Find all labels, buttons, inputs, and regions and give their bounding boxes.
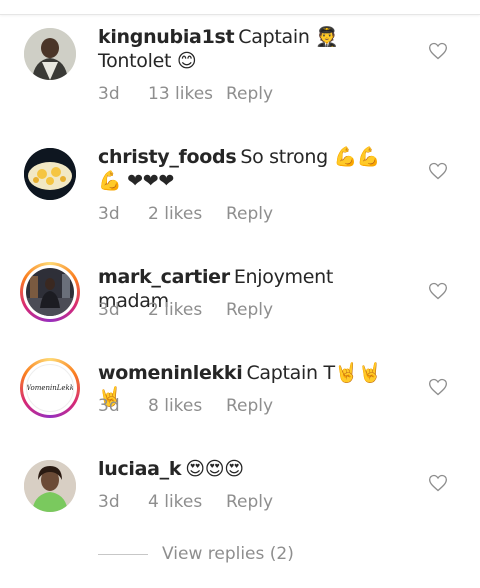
comment-time: 3d [98, 84, 120, 104]
comment-text: christy_foods So strong 💪💪💪 ❤❤❤ [98, 145, 398, 193]
comment-text: luciaa_k 😍😍😍 [98, 457, 398, 481]
reply-button[interactable]: Reply [226, 300, 273, 320]
view-replies-label[interactable]: View replies (2) [162, 544, 294, 564]
comment-likes[interactable]: 2 likes [148, 300, 226, 320]
comment-meta: 3d 13 likes Reply [98, 84, 273, 104]
like-heart-icon[interactable] [428, 161, 448, 181]
avatar-photo [24, 460, 76, 512]
reply-button[interactable]: Reply [226, 84, 273, 104]
like-heart-icon[interactable] [428, 41, 448, 61]
comment-meta: 3d 8 likes Reply [98, 396, 273, 416]
comment-time: 3d [98, 396, 120, 416]
comment-time: 3d [98, 204, 120, 224]
comment-likes[interactable]: 4 likes [148, 492, 226, 512]
comment-likes[interactable]: 8 likes [148, 396, 226, 416]
avatar-story-ring[interactable] [20, 262, 80, 322]
reply-button[interactable]: Reply [226, 492, 273, 512]
comment-username[interactable]: mark_cartier [98, 266, 230, 288]
like-heart-icon[interactable] [428, 281, 448, 301]
avatar-logo-text: WomeninLekki [26, 384, 74, 392]
like-heart-icon[interactable] [428, 377, 448, 397]
avatar[interactable] [20, 144, 80, 204]
reply-button[interactable]: Reply [226, 396, 273, 416]
comment-likes[interactable]: 13 likes [148, 84, 226, 104]
comment-time: 3d [98, 300, 120, 320]
comment-username[interactable]: christy_foods [98, 146, 237, 168]
comment-meta: 3d 4 likes Reply [98, 492, 273, 512]
avatar[interactable] [20, 24, 80, 84]
comment-username[interactable]: womeninlekki [98, 362, 243, 384]
like-heart-icon[interactable] [428, 473, 448, 493]
comment-meta: 3d 2 likes Reply [98, 204, 273, 224]
avatar-story-ring[interactable]: WomeninLekki [20, 358, 80, 418]
view-replies-divider [98, 553, 148, 555]
avatar[interactable] [20, 456, 80, 516]
reply-button[interactable]: Reply [226, 204, 273, 224]
avatar-photo [24, 28, 76, 80]
comment-body: 😍😍😍 [185, 458, 244, 480]
comment-username[interactable]: kingnubia1st [98, 26, 235, 48]
comment-time: 3d [98, 492, 120, 512]
comment-username[interactable]: luciaa_k [98, 458, 182, 480]
comment-likes[interactable]: 2 likes [148, 204, 226, 224]
avatar-photo [26, 268, 74, 316]
comment-meta: 3d 2 likes Reply [98, 300, 273, 320]
top-divider [0, 0, 480, 15]
view-replies-button[interactable]: View replies (2) [98, 543, 294, 565]
comment-text: kingnubia1st Captain 🧑‍✈️ Tontolet 😊 [98, 25, 398, 73]
avatar-photo [24, 148, 76, 200]
